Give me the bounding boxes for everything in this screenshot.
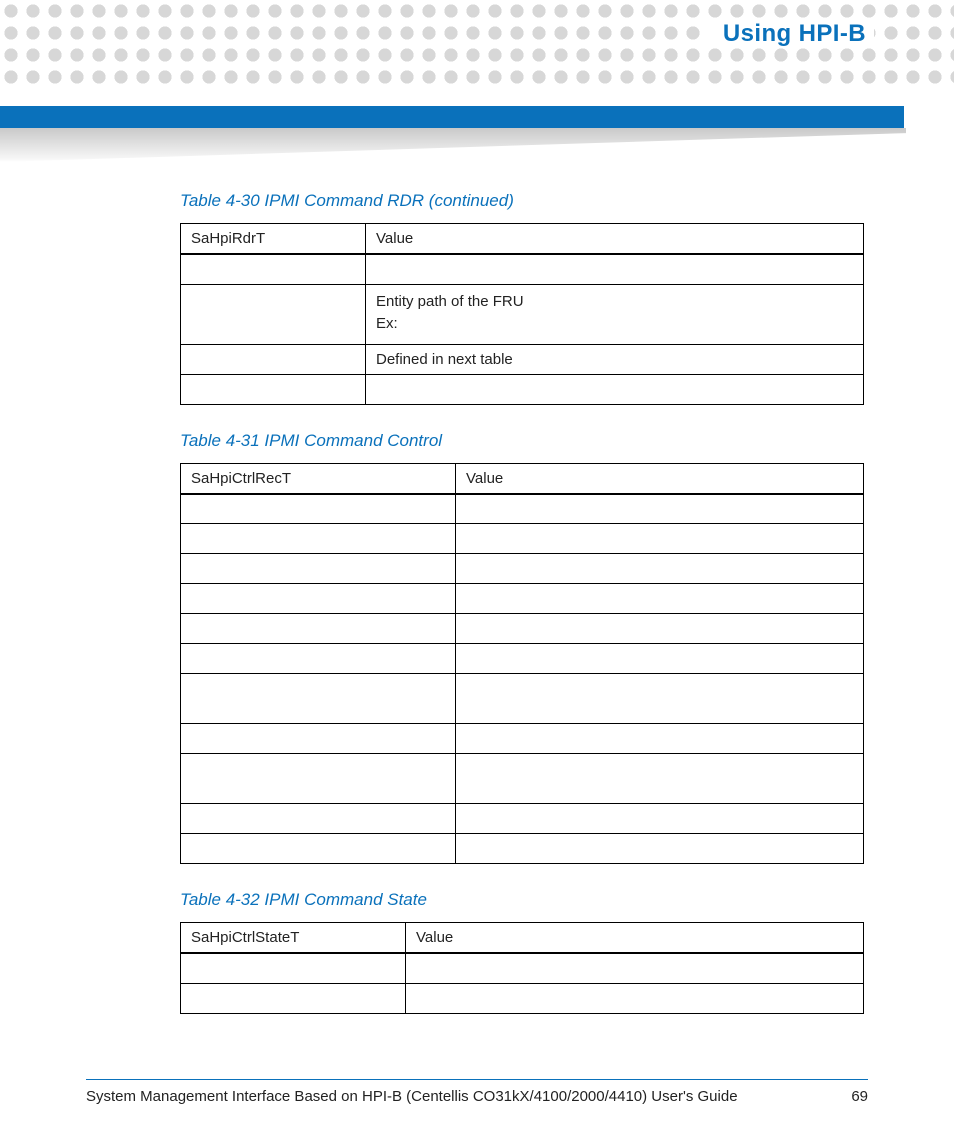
cell bbox=[366, 254, 864, 284]
table-row bbox=[181, 644, 864, 674]
col-header: Value bbox=[366, 224, 864, 255]
table-row bbox=[181, 754, 864, 804]
cell bbox=[456, 834, 864, 864]
table-430-caption: Table 4-30 IPMI Command RDR (continued) bbox=[180, 191, 864, 211]
cell bbox=[456, 804, 864, 834]
table-row bbox=[181, 614, 864, 644]
cell bbox=[181, 614, 456, 644]
cell bbox=[456, 644, 864, 674]
table-431-caption: Table 4-31 IPMI Command Control bbox=[180, 431, 864, 451]
cell bbox=[181, 524, 456, 554]
cell bbox=[456, 724, 864, 754]
cell bbox=[406, 953, 864, 983]
cell bbox=[181, 254, 366, 284]
cell bbox=[181, 674, 456, 724]
cell bbox=[181, 584, 456, 614]
table-432-caption: Table 4-32 IPMI Command State bbox=[180, 890, 864, 910]
col-header: Value bbox=[406, 923, 864, 954]
cell bbox=[366, 374, 864, 404]
table-row bbox=[181, 524, 864, 554]
footer-text: System Management Interface Based on HPI… bbox=[86, 1088, 738, 1105]
page: Using HPI-B Table 4-30 IPMI Command RDR … bbox=[0, 0, 954, 1145]
table-row bbox=[181, 983, 864, 1013]
table-row bbox=[181, 254, 864, 284]
table-432: SaHpiCtrlStateT Value bbox=[180, 922, 864, 1014]
page-number: 69 bbox=[851, 1088, 868, 1105]
col-header: Value bbox=[456, 463, 864, 494]
cell bbox=[181, 804, 456, 834]
cell bbox=[456, 494, 864, 524]
cell bbox=[181, 554, 456, 584]
cell bbox=[181, 834, 456, 864]
table-row bbox=[181, 724, 864, 754]
table-row bbox=[181, 834, 864, 864]
table-row: Entity path of the FRUEx: bbox=[181, 284, 864, 344]
cell bbox=[456, 754, 864, 804]
cell bbox=[181, 953, 406, 983]
cell bbox=[456, 674, 864, 724]
table-430: SaHpiRdrT Value Entity path of the FRUEx… bbox=[180, 223, 864, 405]
table-row bbox=[181, 674, 864, 724]
cell bbox=[456, 524, 864, 554]
cell bbox=[181, 374, 366, 404]
cell bbox=[456, 554, 864, 584]
table-row bbox=[181, 554, 864, 584]
cell bbox=[456, 584, 864, 614]
cell bbox=[181, 344, 366, 374]
col-header: SaHpiRdrT bbox=[181, 224, 366, 255]
table-row bbox=[181, 494, 864, 524]
page-title: Using HPI-B bbox=[705, 20, 874, 48]
cell bbox=[406, 983, 864, 1013]
table-row: Defined in next table bbox=[181, 344, 864, 374]
table-row bbox=[181, 374, 864, 404]
cell: Entity path of the FRUEx: bbox=[366, 284, 864, 344]
cell: Defined in next table bbox=[366, 344, 864, 374]
header-bar bbox=[0, 106, 904, 128]
table-row bbox=[181, 584, 864, 614]
table-row bbox=[181, 953, 864, 983]
footer: System Management Interface Based on HPI… bbox=[86, 1079, 868, 1105]
cell bbox=[181, 754, 456, 804]
cell bbox=[181, 644, 456, 674]
cell bbox=[456, 614, 864, 644]
col-header: SaHpiCtrlRecT bbox=[181, 463, 456, 494]
cell bbox=[181, 284, 366, 344]
cell bbox=[181, 983, 406, 1013]
header-wedge bbox=[0, 128, 906, 162]
table-row bbox=[181, 804, 864, 834]
cell bbox=[181, 724, 456, 754]
content: Table 4-30 IPMI Command RDR (continued) … bbox=[180, 185, 864, 1014]
table-431: SaHpiCtrlRecT Value bbox=[180, 463, 864, 865]
col-header: SaHpiCtrlStateT bbox=[181, 923, 406, 954]
cell bbox=[181, 494, 456, 524]
